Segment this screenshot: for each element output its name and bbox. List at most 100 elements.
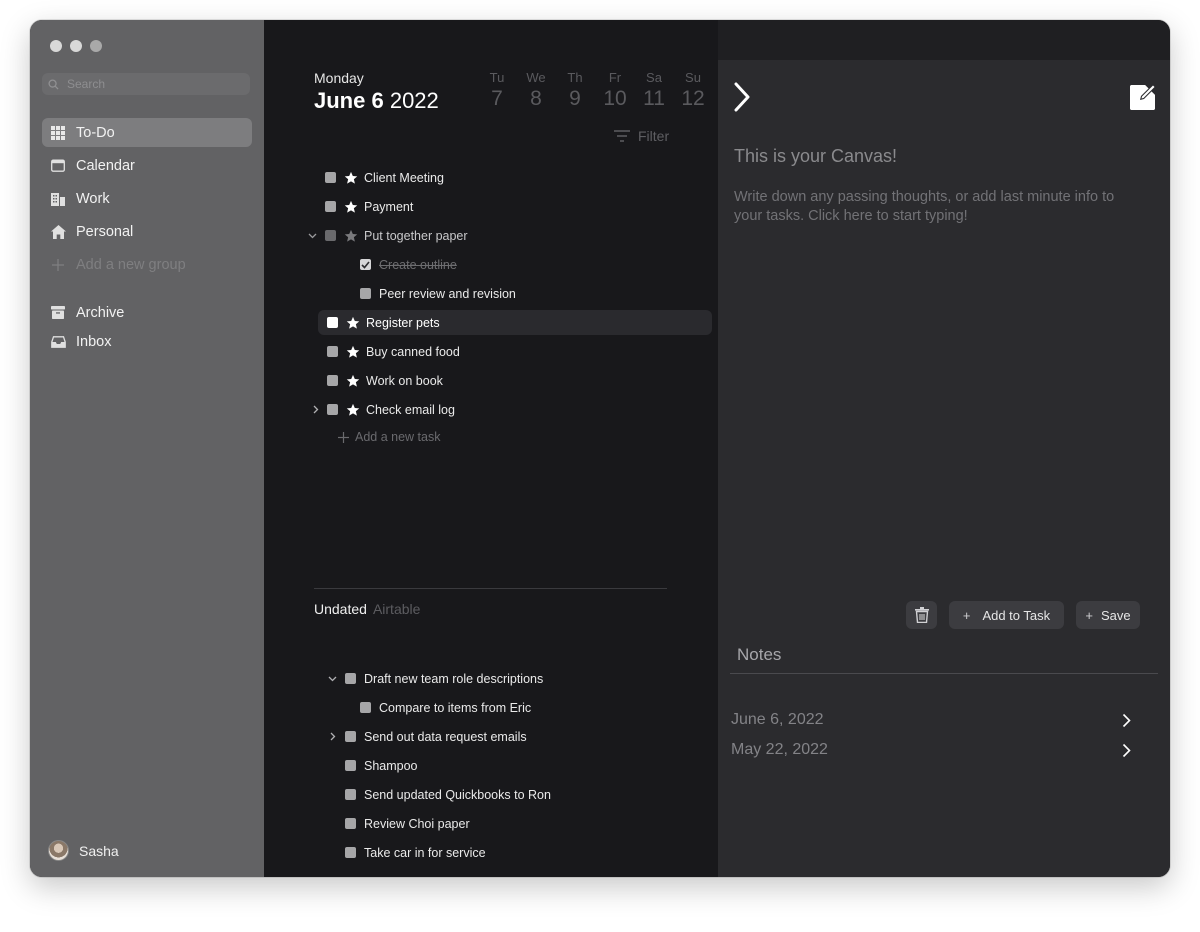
- task-label: Payment: [364, 199, 414, 214]
- add-group-button[interactable]: Add a new group: [42, 250, 252, 279]
- chevron-down-icon[interactable]: [325, 676, 339, 682]
- task-checkbox[interactable]: [345, 760, 356, 771]
- undated-task-car-service[interactable]: Take car in for service: [345, 838, 486, 867]
- sidebar-item-label: To-Do: [76, 124, 115, 141]
- undated-task-quickbooks[interactable]: Send updated Quickbooks to Ron: [345, 780, 551, 809]
- subtask-peer-review[interactable]: Peer review and revision: [360, 279, 516, 308]
- task-label: Buy canned food: [366, 344, 460, 359]
- task-label: Create outline: [379, 257, 457, 272]
- star-icon[interactable]: [344, 171, 358, 185]
- star-icon[interactable]: [346, 374, 360, 388]
- week-day-label: Sa: [646, 70, 662, 85]
- chevron-right-icon: [1122, 713, 1131, 727]
- task-checkbox[interactable]: [325, 201, 336, 212]
- task-checkbox[interactable]: [325, 172, 336, 183]
- star-icon[interactable]: [344, 200, 358, 214]
- task-checkbox[interactable]: [345, 789, 356, 800]
- sidebar-item-inbox[interactable]: Inbox: [42, 327, 252, 356]
- save-button[interactable]: + Save: [1076, 601, 1140, 629]
- minimize-window-button[interactable]: [70, 40, 82, 52]
- star-icon[interactable]: [346, 403, 360, 417]
- week-day-th[interactable]: Th 9: [555, 70, 595, 111]
- user-profile[interactable]: Sasha: [48, 840, 119, 861]
- week-day-we[interactable]: We 8: [516, 70, 556, 111]
- task-check-email-log[interactable]: Check email log: [309, 395, 455, 424]
- inbox-icon: [50, 334, 66, 350]
- task-buy-canned-food[interactable]: Buy canned food: [327, 337, 460, 366]
- sidebar-item-todo[interactable]: To-Do: [42, 118, 252, 147]
- task-register-pets[interactable]: Register pets: [318, 310, 712, 335]
- week-day-fr[interactable]: Fr 10: [595, 70, 635, 111]
- undated-source[interactable]: Airtable: [373, 601, 420, 617]
- sidebar-item-personal[interactable]: Personal: [42, 217, 252, 246]
- undated-task-review-choi[interactable]: Review Choi paper: [345, 809, 470, 838]
- task-checkbox-checked[interactable]: [360, 259, 371, 270]
- week-day-su[interactable]: Su 12: [673, 70, 713, 111]
- house-icon: [50, 224, 66, 240]
- delete-button[interactable]: [906, 601, 937, 629]
- task-checkbox[interactable]: [345, 673, 356, 684]
- task-checkbox[interactable]: [360, 288, 371, 299]
- undated-task-shampoo[interactable]: Shampoo: [345, 751, 418, 780]
- task-checkbox[interactable]: [345, 818, 356, 829]
- star-icon[interactable]: [346, 345, 360, 359]
- week-day-label: Fr: [608, 70, 622, 85]
- search-input[interactable]: [65, 76, 239, 92]
- day-name: Monday: [314, 70, 364, 86]
- task-payment[interactable]: Payment: [325, 192, 413, 221]
- compose-icon[interactable]: [1128, 82, 1158, 112]
- task-client-meeting[interactable]: Client Meeting: [325, 163, 444, 192]
- sidebar-item-calendar[interactable]: Calendar: [42, 151, 252, 180]
- sidebar-item-archive[interactable]: Archive: [42, 298, 252, 327]
- note-item[interactable]: June 6, 2022: [731, 708, 1131, 732]
- canvas-panel: This is your Canvas! Write down any pass…: [718, 60, 1170, 877]
- undated-task-data-request[interactable]: Send out data request emails: [326, 722, 527, 751]
- note-item[interactable]: May 22, 2022: [731, 738, 1131, 762]
- collapse-chevron-icon[interactable]: [734, 82, 750, 112]
- notes-title: Notes: [737, 645, 782, 664]
- add-task-button[interactable]: Add a new task: [338, 430, 440, 444]
- user-name: Sasha: [79, 842, 119, 859]
- undated-task-draft-roles[interactable]: Draft new team role descriptions: [325, 664, 543, 693]
- subtask-create-outline[interactable]: Create outline: [360, 250, 457, 279]
- star-icon[interactable]: [344, 229, 358, 243]
- task-checkbox[interactable]: [345, 731, 356, 742]
- task-put-together-paper[interactable]: Put together paper: [305, 221, 468, 250]
- note-date: June 6, 2022: [731, 711, 824, 728]
- add-to-task-label: Add to Task: [982, 607, 1051, 623]
- add-to-task-button[interactable]: + Add to Task: [949, 601, 1064, 629]
- task-checkbox[interactable]: [325, 230, 336, 241]
- plus-icon: [338, 431, 349, 443]
- task-checkbox[interactable]: [327, 317, 338, 328]
- undated-title: Undated: [314, 601, 367, 617]
- task-label: Client Meeting: [364, 170, 444, 185]
- canvas-editor[interactable]: Write down any passing thoughts, or add …: [734, 188, 1134, 226]
- grid-icon: [50, 125, 66, 141]
- chevron-right-icon[interactable]: [326, 732, 340, 741]
- add-group-label: Add a new group: [76, 256, 186, 273]
- task-work-on-book[interactable]: Work on book: [327, 366, 443, 395]
- task-checkbox[interactable]: [360, 702, 371, 713]
- sidebar-item-work[interactable]: Work: [42, 184, 252, 213]
- task-checkbox[interactable]: [327, 404, 338, 415]
- filter-button[interactable]: Filter: [614, 128, 669, 144]
- date-year: 2022: [389, 88, 439, 113]
- week-day-tu[interactable]: Tu 7: [477, 70, 517, 111]
- chevron-right-icon[interactable]: [309, 405, 323, 414]
- notes-divider: [730, 673, 1158, 674]
- close-window-button[interactable]: [50, 40, 62, 52]
- search-icon: [48, 78, 59, 90]
- undated-subtask-compare-eric[interactable]: Compare to items from Eric: [360, 693, 531, 722]
- task-label: Review Choi paper: [364, 816, 470, 831]
- sidebar-item-label: Calendar: [76, 157, 135, 174]
- task-checkbox[interactable]: [327, 346, 338, 357]
- week-day-sa[interactable]: Sa 11: [634, 70, 674, 111]
- week-day-number: 8: [530, 87, 542, 110]
- zoom-window-button[interactable]: [90, 40, 102, 52]
- task-checkbox[interactable]: [345, 847, 356, 858]
- task-checkbox[interactable]: [327, 375, 338, 386]
- star-icon[interactable]: [346, 316, 360, 330]
- chevron-down-icon[interactable]: [305, 233, 319, 239]
- save-label: Save: [1100, 607, 1131, 623]
- date-month-day: June 6: [314, 88, 384, 113]
